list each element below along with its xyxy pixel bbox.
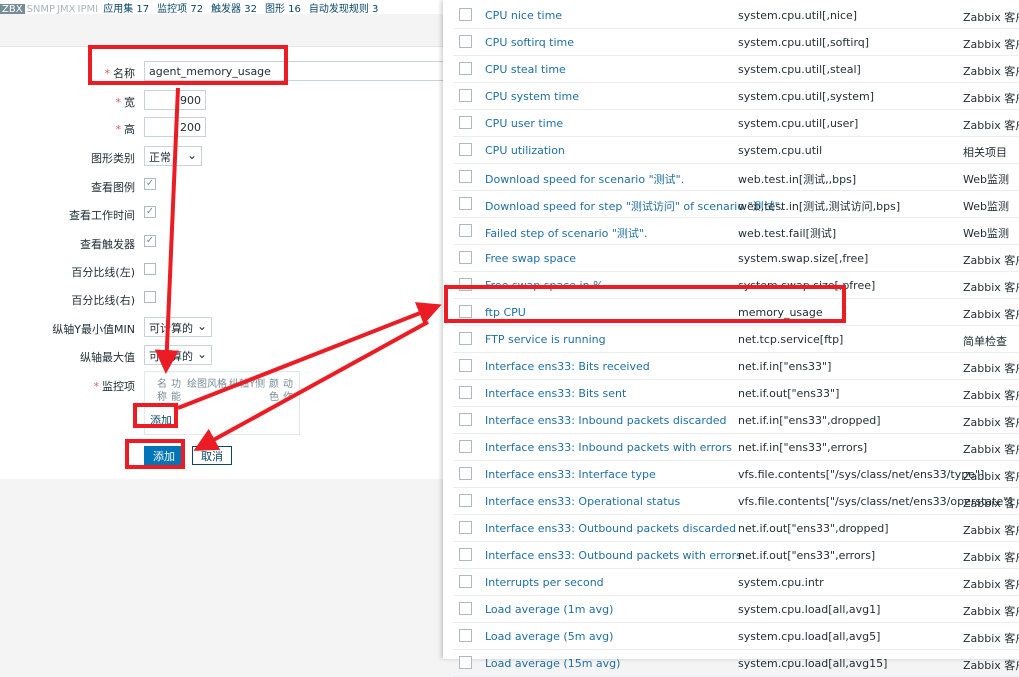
annotation-arrows [154,87,442,451]
arrow-name-to-items [154,87,180,374]
item-type: Zabbix 客户端 [963,659,1019,672]
arrow-addlink-to-item [177,302,442,410]
